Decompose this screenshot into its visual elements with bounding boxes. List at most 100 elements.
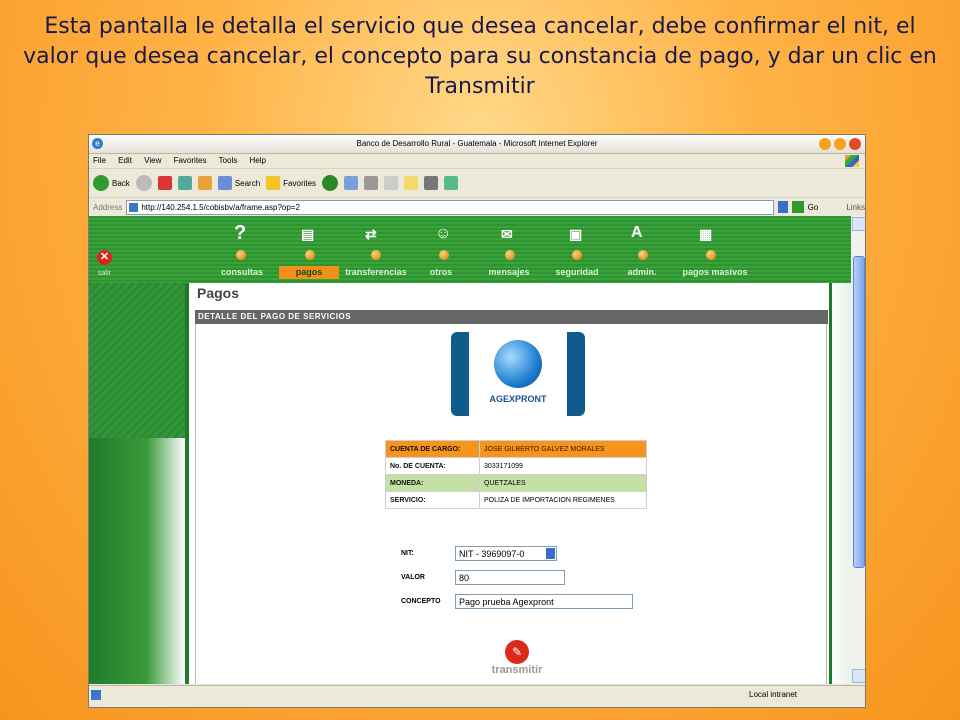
main-nav: consultas pagos transferencias otros men…: [209, 266, 831, 282]
print-icon[interactable]: [364, 176, 379, 190]
right-frame: [829, 283, 851, 684]
menu-favorites[interactable]: Favorites: [174, 156, 207, 165]
chevron-down-icon: [546, 548, 555, 559]
page-content: ✕ salir ? ▤ ⇄ ☺ ✉ ▣ A ▦ consultas pagos …: [89, 216, 851, 684]
address-label: Address: [93, 202, 123, 212]
page-icon: [129, 202, 139, 212]
nav-otros[interactable]: otros: [421, 266, 461, 279]
nav-admin[interactable]: admin.: [619, 266, 665, 279]
section-header: DETALLE DEL PAGO DE SERVICIOS: [195, 310, 828, 324]
menu-help[interactable]: Help: [250, 156, 266, 165]
right-frame-line: [829, 283, 832, 684]
security-zone: Local intranet: [749, 690, 798, 699]
go-arrow-icon[interactable]: [791, 201, 804, 213]
nit-label: NIT:: [401, 550, 414, 557]
nav-dot: [572, 250, 582, 260]
history-icon[interactable]: [322, 175, 339, 191]
links-button[interactable]: Links: [846, 203, 865, 212]
nav-pagos[interactable]: pagos: [279, 266, 339, 279]
forward-arrow-icon[interactable]: [135, 175, 152, 191]
mail-icon[interactable]: [344, 176, 359, 190]
details-panel: AGEXPRONT CUENTA DE CARGO: JOSE GILBERTO…: [195, 324, 827, 684]
refresh-icon[interactable]: [177, 176, 192, 190]
nav-pagos-masivos[interactable]: pagos masivos: [675, 266, 755, 279]
maximize-icon[interactable]: [834, 138, 846, 150]
table-row: CUENTA DE CARGO: JOSE GILBERTO GALVEZ MO…: [385, 440, 647, 458]
discuss-icon[interactable]: [404, 176, 419, 190]
minimize-icon[interactable]: [819, 138, 831, 150]
detail-value: QUETZALES: [479, 474, 647, 492]
go-button[interactable]: Go: [808, 203, 819, 212]
nav-dot: [439, 250, 449, 260]
page-status-icon: [91, 690, 101, 700]
favorites-label: Favorites: [283, 178, 317, 188]
menu-edit[interactable]: Edit: [118, 156, 132, 165]
table-row: MONEDA: QUETZALES: [385, 474, 647, 492]
back-arrow-icon: [93, 175, 109, 191]
concepto-row: CONCEPTO Pago prueba Agexpront: [401, 594, 701, 610]
table-row: No. DE CUENTA: 3033171099: [385, 457, 647, 475]
scroll-thumb[interactable]: [853, 256, 865, 568]
globe-icon: [494, 340, 542, 388]
scroll-down-icon[interactable]: [852, 669, 865, 683]
close-icon[interactable]: [849, 138, 861, 150]
agexpront-logo: AGEXPRONT: [451, 332, 585, 416]
exit-icon[interactable]: ✕: [97, 250, 112, 265]
menu-tools[interactable]: Tools: [219, 156, 238, 165]
back-button[interactable]: Back: [93, 175, 130, 191]
address-input[interactable]: http://140.254.1.5/cobisbv/a/frame.asp?o…: [126, 199, 774, 215]
favorites-button[interactable]: Favorites: [266, 176, 316, 190]
nav-transferencias[interactable]: transferencias: [341, 266, 411, 279]
logo-text: AGEXPRONT: [489, 394, 547, 404]
back-label: Back: [112, 178, 130, 188]
stop-icon[interactable]: [157, 176, 172, 190]
address-url: http://140.254.1.5/cobisbv/a/frame.asp?o…: [141, 202, 300, 212]
transfer-icon[interactable]: ⇄: [365, 226, 377, 243]
site-banner: ✕ salir ? ▤ ⇄ ☺ ✉ ▣ A ▦ consultas pagos …: [89, 216, 851, 283]
nav-mensajes[interactable]: mensajes: [479, 266, 539, 279]
edit-icon[interactable]: [384, 176, 399, 190]
left-panel: [89, 283, 185, 684]
admin-doc-icon[interactable]: A: [631, 224, 643, 242]
nav-seguridad[interactable]: seguridad: [547, 266, 607, 279]
smiley-icon[interactable]: ☺: [435, 225, 451, 243]
concepto-label: CONCEPTO: [401, 598, 441, 605]
valor-row: VALOR 80: [401, 570, 701, 586]
bulk-payments-icon[interactable]: ▦: [699, 226, 712, 243]
research-icon[interactable]: [424, 176, 439, 190]
vertical-scrollbar[interactable]: [851, 216, 865, 684]
question-icon[interactable]: ?: [234, 222, 246, 245]
home-icon[interactable]: [197, 176, 212, 190]
salir-link[interactable]: salir: [98, 270, 111, 277]
browser-window: e Banco de Desarrollo Rural - Guatemala …: [88, 134, 866, 708]
concepto-input[interactable]: Pago prueba Agexpront: [455, 594, 633, 609]
transmit-button[interactable]: ✎ transmitir: [482, 640, 552, 684]
main-area: Pagos DETALLE DEL PAGO DE SERVICIOS AGEX…: [189, 283, 829, 684]
caption-text: Esta pantalla le detalla el servicio que…: [23, 14, 937, 99]
menu-view[interactable]: View: [144, 156, 161, 165]
valor-label: VALOR: [401, 574, 425, 581]
nit-selected-value: NIT - 3969097-0: [459, 549, 525, 559]
nav-dot: [371, 250, 381, 260]
messenger-icon[interactable]: [444, 176, 459, 190]
payment-card-icon[interactable]: ▤: [301, 226, 314, 243]
search-button[interactable]: Search: [217, 176, 260, 190]
scroll-up-icon[interactable]: [852, 217, 865, 231]
nit-select[interactable]: NIT - 3969097-0: [455, 546, 557, 561]
windows-flag-icon: [845, 155, 859, 167]
nav-dot: [638, 250, 648, 260]
search-icon: [217, 176, 232, 190]
address-dropdown-icon[interactable]: [777, 201, 788, 213]
nav-consultas[interactable]: consultas: [217, 266, 267, 279]
nav-dot: [305, 250, 315, 260]
ie-icon: e: [92, 138, 103, 149]
detail-label: MONEDA:: [385, 474, 480, 492]
valor-input[interactable]: 80: [455, 570, 565, 585]
menu-bar: File Edit View Favorites Tools Help: [89, 154, 865, 169]
star-icon: [266, 176, 281, 190]
lock-icon[interactable]: ▣: [569, 226, 582, 243]
window-title: Banco de Desarrollo Rural - Guatemala - …: [356, 139, 598, 148]
envelope-icon[interactable]: ✉: [501, 226, 513, 243]
menu-file[interactable]: File: [93, 156, 106, 165]
status-bar: Local intranet: [89, 685, 865, 707]
